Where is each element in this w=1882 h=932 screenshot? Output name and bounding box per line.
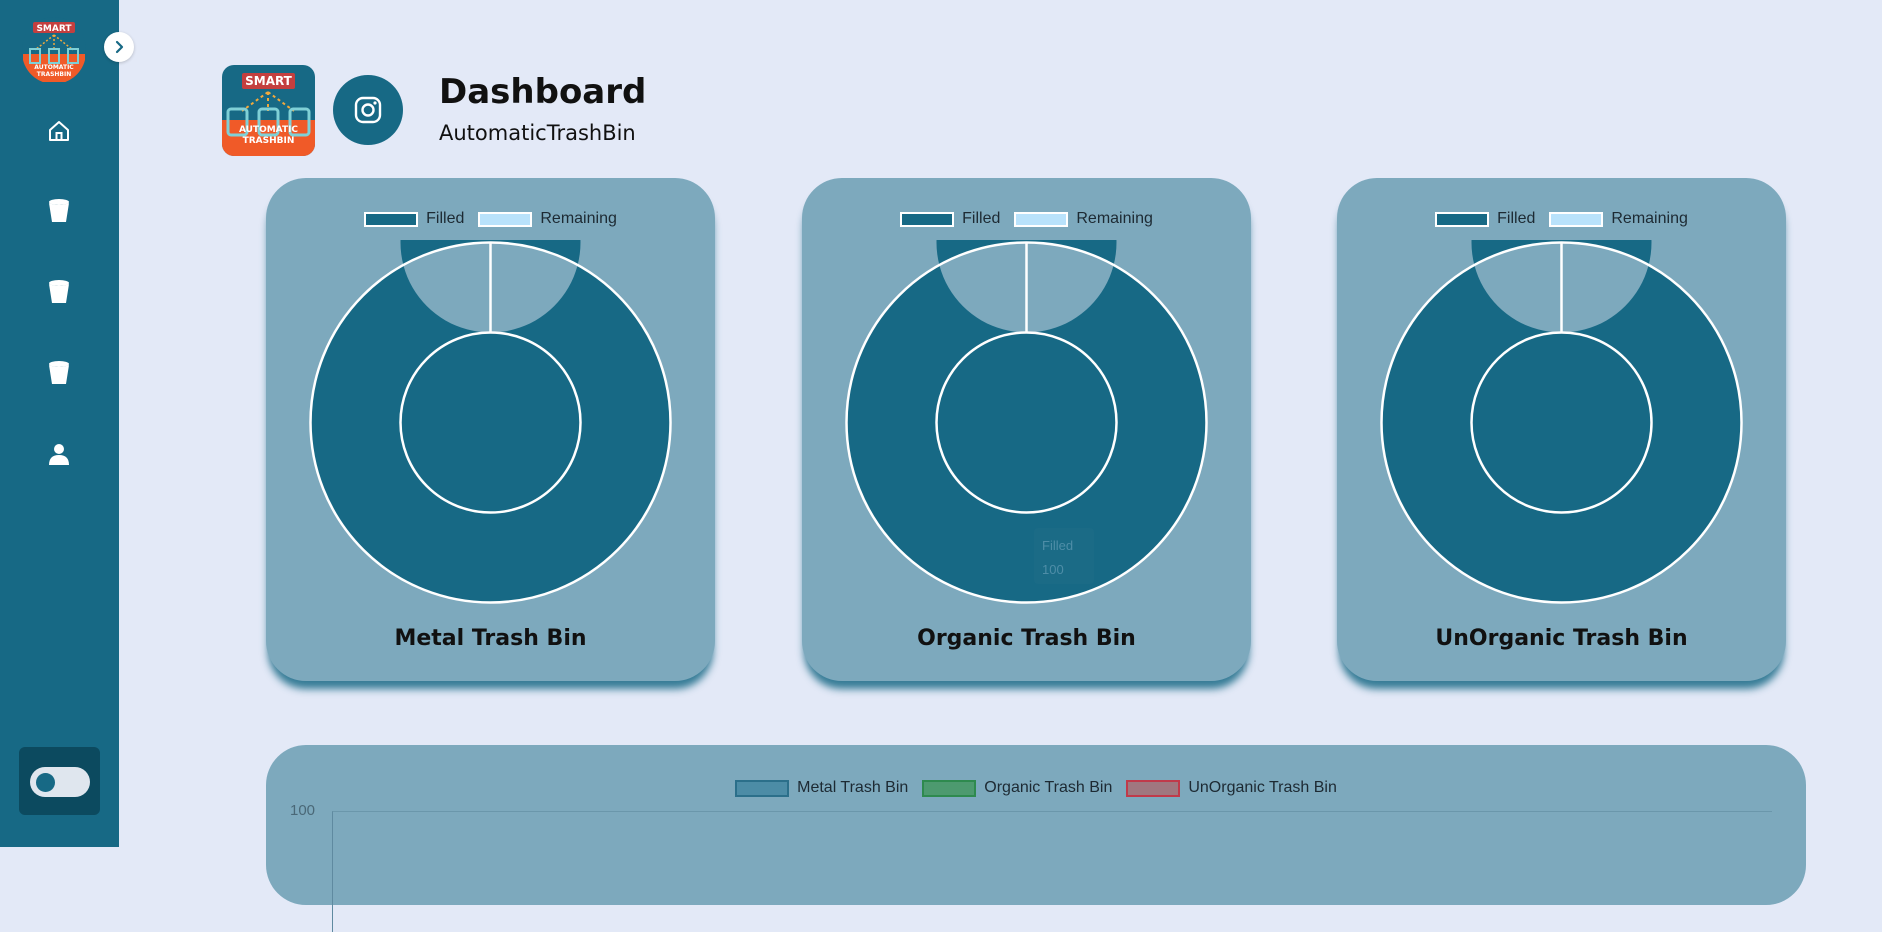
toggle-knob xyxy=(36,773,55,792)
chart-legend: Filled Remaining xyxy=(802,210,1251,228)
legend-item-organic[interactable]: Organic Trash Bin xyxy=(922,779,1112,797)
bin-icon xyxy=(49,199,69,222)
legend-swatch xyxy=(1014,211,1069,227)
legend-swatch xyxy=(735,779,790,797)
legend-label: Remaining xyxy=(540,210,617,227)
page-subtitle: AutomaticTrashBin xyxy=(439,121,636,145)
home-icon xyxy=(49,121,69,141)
svg-text:SMART: SMART xyxy=(36,24,72,34)
donut-chart[interactable] xyxy=(1379,240,1744,605)
chart-legend: Filled Remaining xyxy=(1337,210,1786,228)
chart-tooltip: Filled 100 xyxy=(1034,528,1094,584)
legend-label: Filled xyxy=(1497,210,1536,227)
expand-sidebar-button[interactable] xyxy=(104,32,134,62)
donut-chart[interactable] xyxy=(844,240,1209,605)
bar-chart-plot-area xyxy=(332,811,1772,932)
chart-legend: Filled Remaining xyxy=(266,210,715,228)
svg-text:SMART: SMART xyxy=(245,74,293,88)
legend-swatch xyxy=(922,779,977,797)
legend-swatch xyxy=(900,211,955,227)
legend-label: Organic Trash Bin xyxy=(984,779,1113,796)
legend-label: Filled xyxy=(962,210,1001,227)
legend-label: UnOrganic Trash Bin xyxy=(1188,779,1337,796)
bar-chart-legend: Metal Trash Bin Organic Trash Bin UnOrga… xyxy=(266,779,1806,797)
card-title: Organic Trash Bin xyxy=(917,626,1136,651)
theme-toggle[interactable] xyxy=(30,767,90,797)
nav-unorganic-bin[interactable] xyxy=(39,353,79,393)
user-icon xyxy=(49,444,69,465)
legend-swatch xyxy=(1126,779,1181,797)
metal-bin-card: Filled Remaining Metal Trash Bin xyxy=(266,178,715,681)
legend-item-filled[interactable]: Filled xyxy=(364,210,464,228)
tooltip-value: 100 xyxy=(1042,562,1064,577)
bin-icon xyxy=(49,361,69,384)
nav-metal-bin[interactable] xyxy=(39,191,79,231)
tooltip-title: Filled xyxy=(1042,538,1074,553)
legend-swatch xyxy=(1435,211,1490,227)
legend-item-filled[interactable]: Filled xyxy=(1435,210,1535,228)
chevron-right-icon xyxy=(115,40,124,54)
legend-item-remaining[interactable]: Remaining xyxy=(478,210,617,228)
nav-organic-bin[interactable] xyxy=(39,272,79,312)
legend-label: Metal Trash Bin xyxy=(797,779,909,796)
legend-swatch xyxy=(1549,211,1604,227)
legend-item-remaining[interactable]: Remaining xyxy=(1549,210,1688,228)
nav-home[interactable] xyxy=(39,111,79,151)
organic-bin-card: Filled Remaining Filled 100 Organic Tras… xyxy=(802,178,1251,681)
svg-text:TRASHBIN: TRASHBIN xyxy=(37,71,72,78)
legend-label: Filled xyxy=(426,210,465,227)
unorganic-bin-card: Filled Remaining UnOrganic Trash Bin xyxy=(1337,178,1786,681)
instagram-button[interactable] xyxy=(333,75,403,145)
theme-toggle-container xyxy=(19,747,100,815)
header-logo: SMART AUTOMATIC TRASHBIN xyxy=(222,65,315,156)
svg-text:AUTOMATIC: AUTOMATIC xyxy=(239,125,298,135)
bar-chart-card: Metal Trash Bin Organic Trash Bin UnOrga… xyxy=(266,745,1806,932)
legend-label: Remaining xyxy=(1611,210,1688,227)
y-tick-label: 100 xyxy=(290,802,316,819)
instagram-icon xyxy=(354,96,382,124)
nav-profile[interactable] xyxy=(39,434,79,474)
card-title: Metal Trash Bin xyxy=(394,626,587,651)
donut-chart[interactable] xyxy=(308,240,673,605)
legend-item-remaining[interactable]: Remaining xyxy=(1014,210,1153,228)
legend-item-unorganic[interactable]: UnOrganic Trash Bin xyxy=(1126,779,1337,797)
card-title: UnOrganic Trash Bin xyxy=(1435,626,1688,651)
svg-text:AUTOMATIC: AUTOMATIC xyxy=(34,64,74,71)
app-logo[interactable]: SMART AUTOMATIC TRASHBIN xyxy=(19,16,89,82)
bin-icon xyxy=(49,280,69,303)
legend-swatch xyxy=(478,211,533,227)
svg-text:TRASHBIN: TRASHBIN xyxy=(243,136,295,146)
legend-item-filled[interactable]: Filled xyxy=(900,210,1000,228)
legend-swatch xyxy=(364,211,419,227)
legend-label: Remaining xyxy=(1076,210,1153,227)
page-title: Dashboard xyxy=(439,72,647,112)
sidebar: SMART AUTOMATIC TRASHBIN xyxy=(0,0,134,847)
legend-item-metal[interactable]: Metal Trash Bin xyxy=(735,779,908,797)
